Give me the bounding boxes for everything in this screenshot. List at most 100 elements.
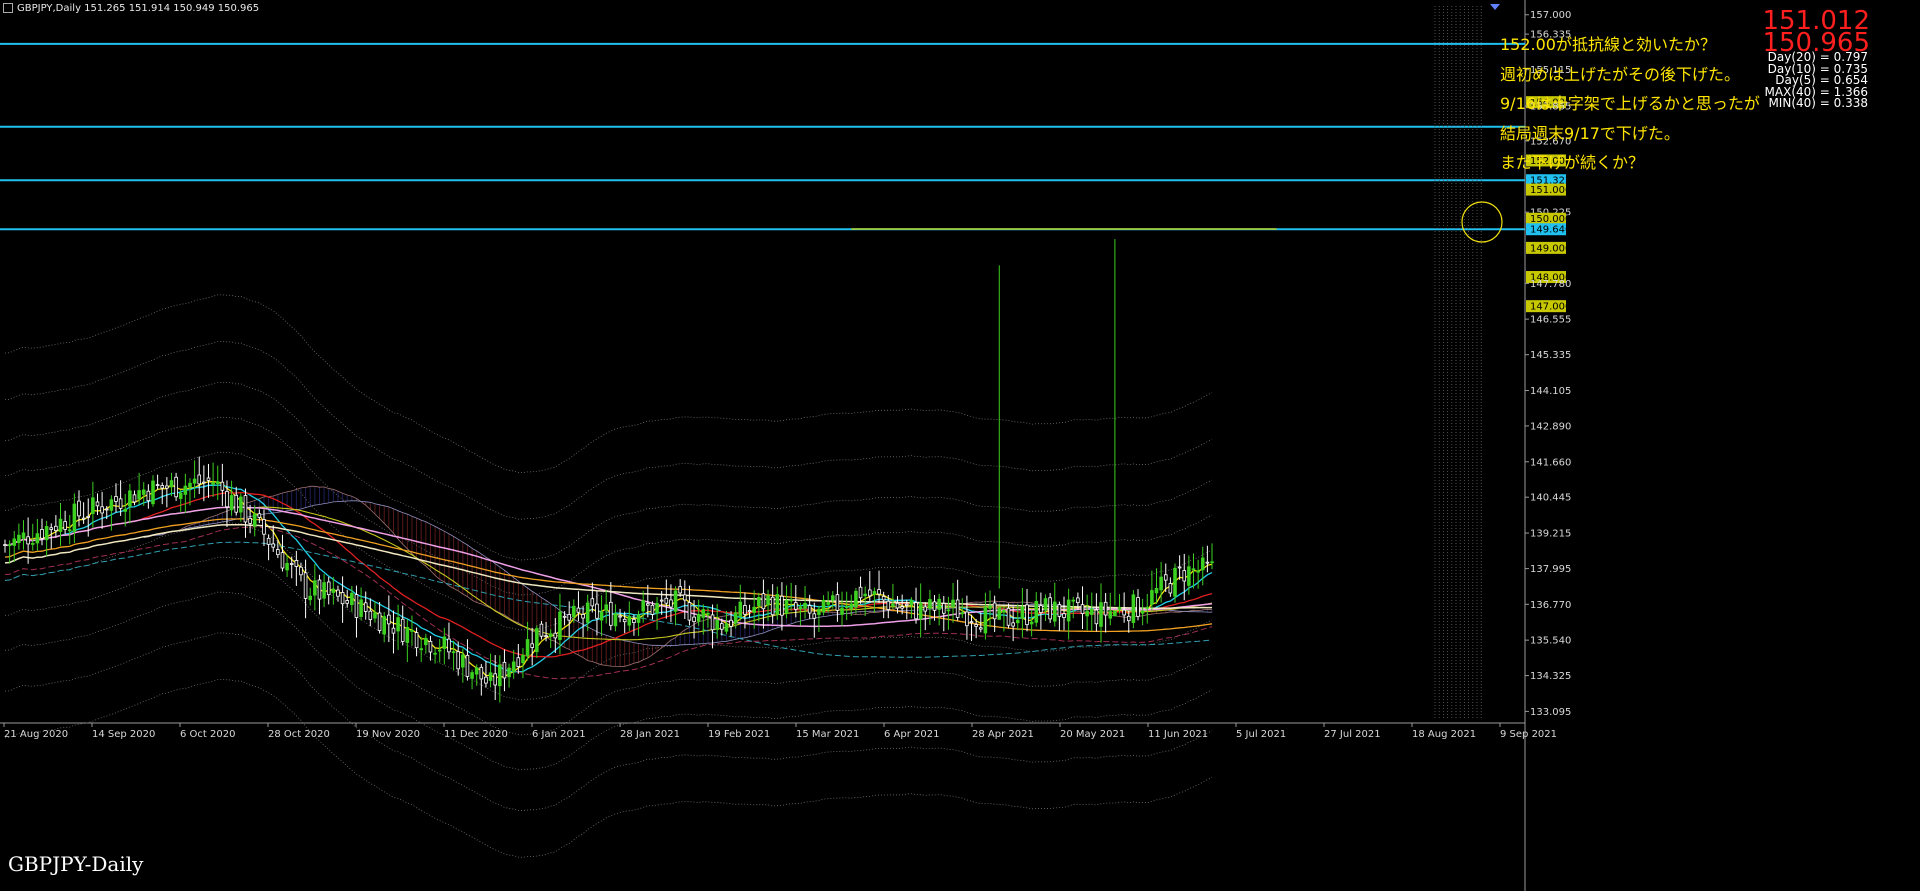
candle-body[interactable]: [1117, 606, 1122, 610]
candle-body[interactable]: [1015, 619, 1020, 624]
candle-body[interactable]: [40, 529, 44, 539]
candle-body[interactable]: [548, 633, 553, 637]
candle-body[interactable]: [724, 623, 729, 632]
candle-body[interactable]: [243, 495, 248, 523]
candle-body[interactable]: [12, 538, 17, 546]
candle-body[interactable]: [377, 612, 382, 631]
candle-body[interactable]: [313, 580, 317, 596]
candle-body[interactable]: [687, 602, 692, 621]
candle-body[interactable]: [683, 594, 687, 601]
candle-body[interactable]: [123, 508, 128, 512]
candle-body[interactable]: [1029, 621, 1034, 625]
candle-body[interactable]: [202, 481, 206, 484]
candle-body[interactable]: [354, 594, 359, 618]
candle-body[interactable]: [761, 593, 766, 610]
candle-body[interactable]: [424, 637, 428, 646]
candle-body[interactable]: [77, 500, 81, 517]
candle-body[interactable]: [521, 654, 525, 664]
candle-body[interactable]: [488, 672, 493, 681]
candle-body[interactable]: [86, 515, 91, 518]
candle-body[interactable]: [95, 501, 100, 507]
candle-body[interactable]: [678, 586, 682, 594]
candle-body[interactable]: [262, 519, 266, 535]
candle-body[interactable]: [710, 614, 715, 631]
candle-body[interactable]: [132, 494, 137, 503]
candle-body[interactable]: [516, 657, 521, 667]
candle-body[interactable]: [266, 537, 271, 545]
candle-body[interactable]: [146, 490, 151, 502]
candle-body[interactable]: [530, 643, 534, 648]
candle-body[interactable]: [941, 603, 946, 614]
candle-body[interactable]: [803, 602, 807, 609]
candle-body[interactable]: [789, 599, 793, 602]
candle-body[interactable]: [128, 490, 132, 507]
candle-body[interactable]: [525, 639, 530, 657]
candle-body[interactable]: [215, 481, 220, 484]
candle-body[interactable]: [983, 606, 988, 634]
candle-body[interactable]: [1136, 597, 1140, 617]
candle-body[interactable]: [289, 563, 294, 565]
candle-body[interactable]: [997, 607, 1002, 620]
candle-body[interactable]: [410, 629, 414, 632]
candle-body[interactable]: [155, 484, 160, 487]
candle-body[interactable]: [562, 615, 567, 618]
candle-body[interactable]: [1131, 594, 1136, 623]
candle-body[interactable]: [641, 600, 645, 612]
candle-body[interactable]: [752, 606, 756, 613]
candle-body[interactable]: [1066, 599, 1071, 622]
candle-body[interactable]: [613, 613, 618, 627]
candle-body[interactable]: [336, 589, 340, 597]
candle-body[interactable]: [696, 613, 701, 622]
candle-body[interactable]: [706, 612, 710, 615]
candle-body[interactable]: [886, 600, 891, 610]
candle-body[interactable]: [965, 611, 969, 627]
candle-body[interactable]: [1140, 610, 1145, 614]
candle-body[interactable]: [655, 602, 659, 614]
candle-body[interactable]: [382, 616, 386, 635]
candle-body[interactable]: [1085, 610, 1089, 617]
candle-body[interactable]: [539, 623, 544, 637]
candle-body[interactable]: [978, 627, 983, 630]
candle-body[interactable]: [391, 627, 396, 634]
candle-body[interactable]: [474, 667, 479, 675]
candle-body[interactable]: [840, 607, 844, 615]
candle-body[interactable]: [632, 618, 636, 623]
candle-body[interactable]: [118, 498, 123, 509]
candle-body[interactable]: [821, 599, 826, 613]
candle-body[interactable]: [914, 602, 918, 620]
candle-body[interactable]: [322, 582, 326, 599]
candle-body[interactable]: [650, 604, 655, 615]
candle-body[interactable]: [387, 614, 391, 625]
candle-body[interactable]: [715, 619, 719, 630]
candle-body[interactable]: [831, 595, 835, 601]
candle-body[interactable]: [1145, 606, 1150, 609]
candle-body[interactable]: [285, 563, 289, 571]
candle-body[interactable]: [599, 611, 604, 621]
candle-body[interactable]: [72, 503, 77, 532]
candle-body[interactable]: [604, 604, 608, 611]
candle-body[interactable]: [618, 615, 622, 618]
candle-body[interactable]: [137, 490, 141, 500]
candle-body[interactable]: [863, 593, 867, 597]
candle-body[interactable]: [1103, 601, 1108, 616]
candle-body[interactable]: [909, 600, 914, 606]
candle-body[interactable]: [396, 617, 400, 632]
candle-body[interactable]: [1126, 615, 1131, 622]
candle-body[interactable]: [178, 492, 183, 499]
candle-body[interactable]: [109, 499, 114, 511]
candle-body[interactable]: [770, 596, 775, 616]
candle-body[interactable]: [368, 610, 373, 620]
candle-body[interactable]: [350, 592, 354, 606]
candle-body[interactable]: [738, 601, 743, 617]
candle-body[interactable]: [498, 664, 502, 687]
candle-body[interactable]: [1076, 597, 1080, 604]
candle-body[interactable]: [701, 609, 706, 618]
candle-body[interactable]: [826, 602, 830, 605]
candle-body[interactable]: [1039, 605, 1043, 613]
candle-body[interactable]: [1182, 570, 1187, 582]
candle-body[interactable]: [169, 480, 174, 488]
candle-body[interactable]: [928, 599, 932, 609]
candle-body[interactable]: [451, 651, 456, 654]
candle-body[interactable]: [363, 602, 368, 612]
candle-body[interactable]: [511, 661, 516, 673]
